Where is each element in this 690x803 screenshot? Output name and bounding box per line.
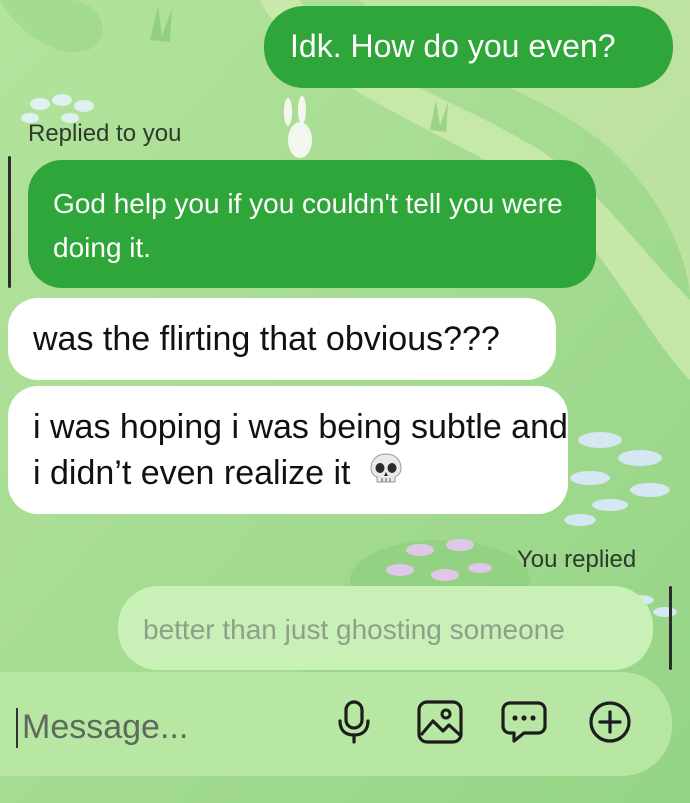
image-icon: [416, 699, 464, 750]
message-text: i was hoping i was being subtle and i di…: [33, 408, 568, 492]
more-options-button[interactable]: [582, 696, 638, 752]
quoted-message[interactable]: better than just ghosting someone: [118, 586, 653, 670]
message-input[interactable]: [20, 702, 324, 752]
message-text: Idk. How do you even?: [290, 28, 616, 64]
incoming-message[interactable]: was the flirting that obvious???: [8, 298, 556, 380]
reply-label: You replied: [517, 546, 637, 573]
incoming-message[interactable]: i was hoping i was being subtle and i di…: [8, 386, 568, 514]
sticker-button[interactable]: [496, 696, 552, 752]
plus-circle-icon: [587, 699, 633, 750]
sticker-chat-icon: [500, 699, 548, 750]
text-cursor: [16, 708, 18, 748]
microphone-button[interactable]: [326, 696, 382, 752]
gallery-button[interactable]: [412, 696, 468, 752]
reply-indicator-bar: [669, 586, 672, 670]
message-text: better than just ghosting someone: [143, 614, 565, 645]
reply-indicator-bar: [8, 156, 11, 288]
skull-emoji-icon: [368, 451, 404, 499]
message-text: was the flirting that obvious???: [33, 320, 500, 358]
message-text: God help you if you couldn't tell you we…: [53, 188, 563, 263]
microphone-icon: [334, 699, 374, 750]
outgoing-message[interactable]: God help you if you couldn't tell you we…: [28, 160, 596, 288]
reply-label: Replied to you: [28, 120, 182, 147]
outgoing-message[interactable]: Idk. How do you even?: [264, 6, 673, 88]
